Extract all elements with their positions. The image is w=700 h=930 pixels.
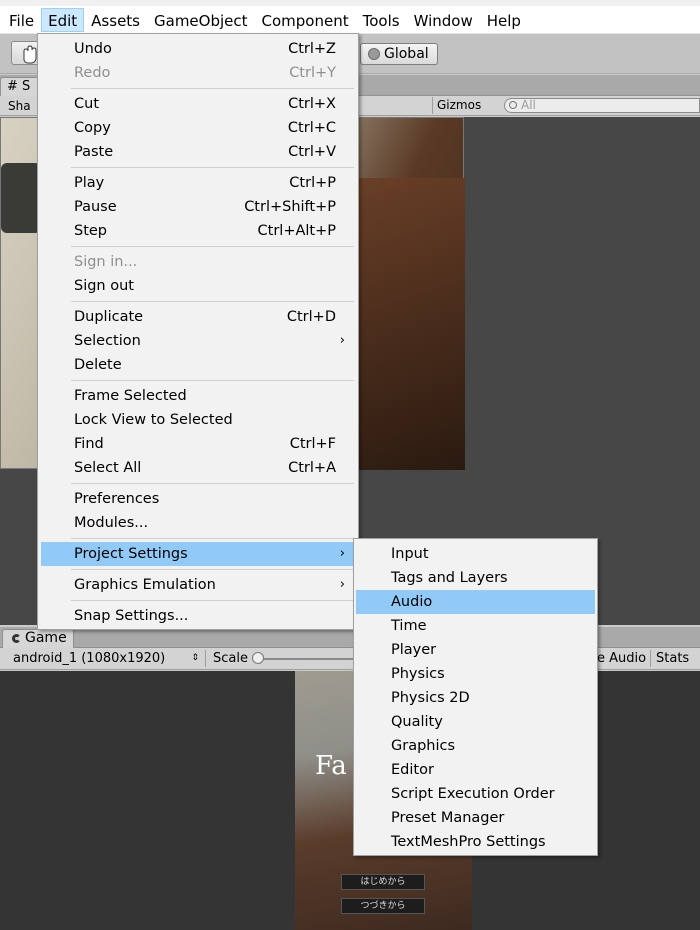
menu-separator xyxy=(71,88,354,89)
submenu-item-quality[interactable]: Quality xyxy=(356,710,595,734)
submenu-item-audio[interactable]: Audio xyxy=(356,590,595,614)
resolution-label: android_1 (1080x1920) xyxy=(13,651,166,666)
menu-item-frame-selected[interactable]: Frame Selected xyxy=(41,384,355,408)
menu-item-preferences[interactable]: Preferences xyxy=(41,487,355,511)
submenu-item-textmeshpro-settings[interactable]: TextMeshPro Settings xyxy=(356,830,595,854)
resolution-dropdown[interactable]: android_1 (1080x1920) ⇕ xyxy=(8,650,206,667)
menu-item-copy[interactable]: Copy Ctrl+C xyxy=(41,116,355,140)
menu-item-graphics-emulation[interactable]: Graphics Emulation › xyxy=(41,573,355,597)
menu-item-find[interactable]: Find Ctrl+F xyxy=(41,432,355,456)
menu-item-sign-in: Sign in... xyxy=(74,254,138,270)
menu-separator xyxy=(71,380,354,381)
game-tab-label: Game xyxy=(25,630,67,646)
scene-search-input[interactable]: All xyxy=(504,98,700,113)
menu-file[interactable]: File xyxy=(2,8,41,32)
menu-bar: File Edit Assets GameObject Component To… xyxy=(0,6,700,34)
submenu-item-input[interactable]: Input xyxy=(356,542,595,566)
submenu-arrow-icon: › xyxy=(339,577,345,592)
stats-toggle[interactable]: Stats xyxy=(650,650,694,667)
scale-label: Scale xyxy=(213,651,248,666)
menu-component[interactable]: Component xyxy=(255,8,356,32)
start-game-button[interactable]: はじめから xyxy=(341,874,425,890)
shading-mode-dropdown[interactable]: Sha xyxy=(8,98,31,114)
submenu-arrow-icon: › xyxy=(339,333,345,348)
menu-item-redo: Redo Ctrl+Y xyxy=(74,65,336,81)
edit-dropdown-menu: Undo Ctrl+Z Redo Ctrl+Y Cut Ctrl+X Copy Ctrl… xyxy=(37,33,359,630)
menu-item-step[interactable]: Step Ctrl+Alt+P xyxy=(41,219,355,243)
menu-item-delete[interactable]: Delete xyxy=(41,353,355,377)
tab-scene[interactable]: # S xyxy=(0,77,40,96)
game-title-text: Fa xyxy=(315,751,347,781)
scale-slider-handle[interactable] xyxy=(252,652,264,664)
submenu-item-player[interactable]: Player xyxy=(356,638,595,662)
menu-item-modules[interactable]: Modules... xyxy=(41,511,355,535)
submenu-item-time[interactable]: Time xyxy=(356,614,595,638)
updown-arrow-icon: ⇕ xyxy=(191,653,199,663)
submenu-arrow-icon: › xyxy=(339,546,345,561)
gizmos-dropdown[interactable]: Gizmos ▼ xyxy=(432,97,494,128)
menu-separator xyxy=(71,246,354,247)
menu-window[interactable]: Window xyxy=(407,8,480,32)
menu-item-duplicate[interactable]: Duplicate Ctrl+D xyxy=(41,305,355,329)
mute-audio-toggle[interactable]: e Audio xyxy=(596,650,652,667)
menu-item-lock-view[interactable]: Lock View to Selected xyxy=(41,408,355,432)
menu-item-snap-settings[interactable]: Snap Settings... xyxy=(41,604,355,628)
menu-separator xyxy=(71,538,354,539)
submenu-item-editor[interactable]: Editor xyxy=(356,758,595,782)
project-settings-submenu: Input Tags and Layers Audio Time Player … xyxy=(353,538,598,856)
menu-separator xyxy=(71,301,354,302)
scale-slider-track[interactable] xyxy=(258,658,358,660)
menu-item-cut[interactable]: Cut Ctrl+X xyxy=(41,92,355,116)
menu-item-paste[interactable]: Paste Ctrl+V xyxy=(41,140,355,164)
tab-game[interactable]: Game xyxy=(2,629,74,648)
submenu-item-physics-2d[interactable]: Physics 2D xyxy=(356,686,595,710)
menu-help[interactable]: Help xyxy=(480,8,528,32)
global-label: Global xyxy=(384,46,429,62)
submenu-item-physics[interactable]: Physics xyxy=(356,662,595,686)
submenu-item-script-execution-order[interactable]: Script Execution Order xyxy=(356,782,595,806)
menu-item-pause[interactable]: Pause Ctrl+Shift+P xyxy=(41,195,355,219)
menu-separator xyxy=(71,167,354,168)
menu-item-play[interactable]: Play Ctrl+P xyxy=(41,171,355,195)
menu-assets[interactable]: Assets xyxy=(84,8,147,32)
menu-gameobject[interactable]: GameObject xyxy=(147,8,255,32)
gizmos-label: Gizmos xyxy=(437,98,482,112)
pacman-icon xyxy=(12,634,21,643)
search-icon xyxy=(509,101,517,109)
submenu-item-preset-manager[interactable]: Preset Manager xyxy=(356,806,595,830)
globe-icon xyxy=(368,48,380,60)
scene-tab-label: S xyxy=(22,79,31,94)
search-placeholder: All xyxy=(521,98,536,112)
menu-separator xyxy=(71,600,354,601)
menu-separator xyxy=(71,483,354,484)
submenu-item-tags-and-layers[interactable]: Tags and Layers xyxy=(356,566,595,590)
pivot-global-button[interactable]: Global xyxy=(360,43,438,65)
menu-item-select-all[interactable]: Select All Ctrl+A xyxy=(41,456,355,480)
menu-item-selection[interactable]: Selection › xyxy=(41,329,355,353)
continue-game-button[interactable]: つづきから xyxy=(341,898,425,914)
menu-tools[interactable]: Tools xyxy=(356,8,407,32)
menu-edit[interactable]: Edit xyxy=(41,7,85,32)
scene-object xyxy=(1,163,41,233)
menu-item-project-settings[interactable]: Project Settings › xyxy=(41,542,355,566)
menu-separator xyxy=(71,569,354,570)
submenu-item-graphics[interactable]: Graphics xyxy=(356,734,595,758)
menu-item-undo[interactable]: Undo Ctrl+Z xyxy=(41,37,355,61)
menu-item-sign-out[interactable]: Sign out xyxy=(41,274,355,298)
grid-icon: # xyxy=(7,79,18,94)
